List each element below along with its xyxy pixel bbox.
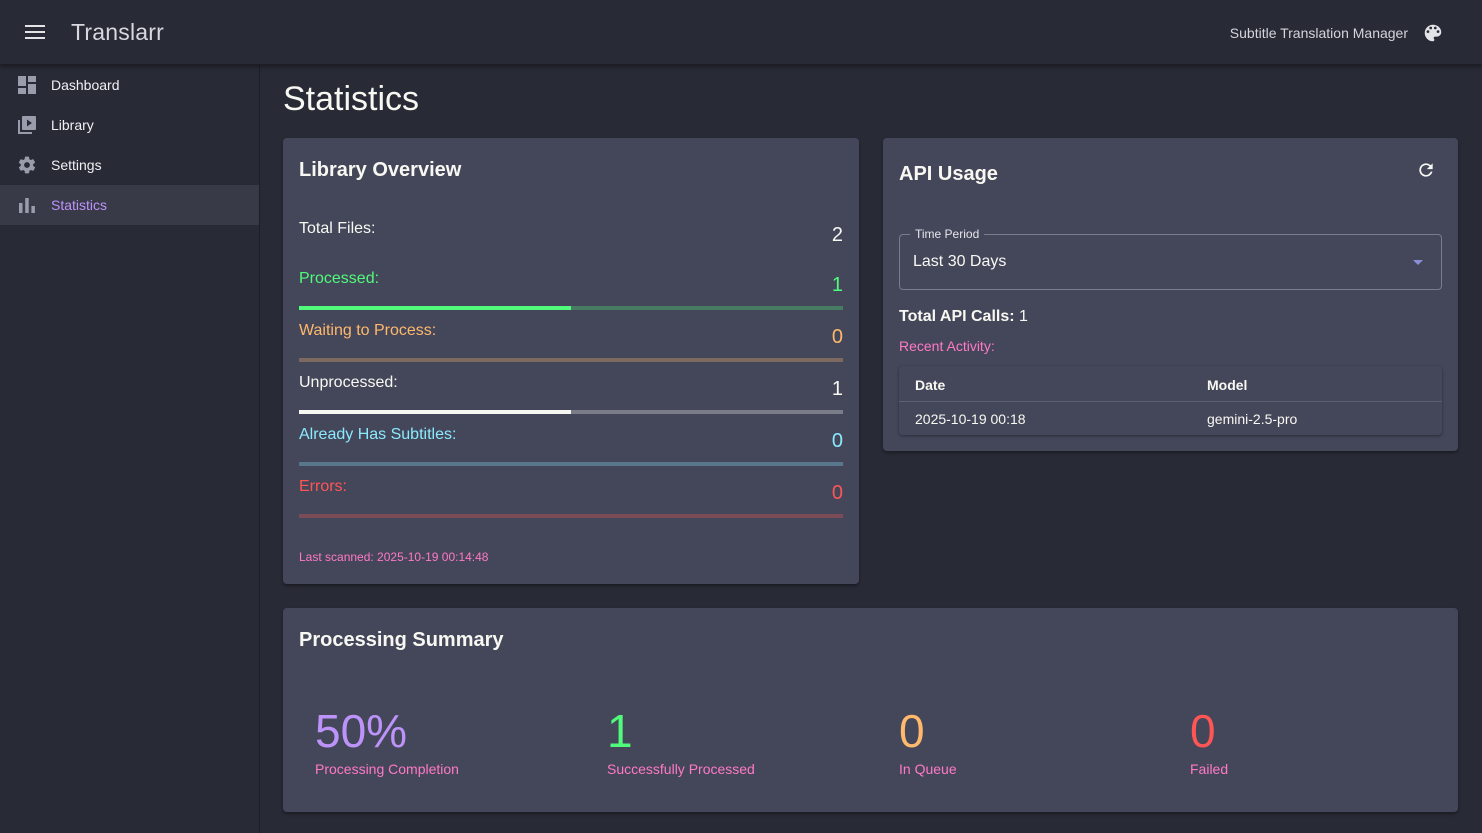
stat-label: Errors: (299, 478, 347, 495)
processing-summary-card: Processing Summary 50% Processing Comple… (283, 608, 1458, 812)
sidebar-item-library[interactable]: Library (0, 105, 259, 145)
stat-value: 1 (831, 274, 843, 296)
progress-bar (299, 462, 843, 466)
total-files-label: Total Files: (299, 220, 376, 237)
time-period-label: Time Period (910, 227, 985, 241)
summary-successful: 1 Successfully Processed (607, 704, 755, 777)
time-period-value: Last 30 Days (913, 253, 1007, 270)
sidebar: Dashboard Library Settings Statistics (0, 65, 260, 833)
sidebar-item-settings[interactable]: Settings (0, 145, 259, 185)
api-usage-card: API Usage Time Period Last 30 Days Total… (883, 138, 1458, 451)
refresh-icon[interactable] (1414, 158, 1438, 182)
progress-bar (299, 410, 843, 414)
progress-bar (299, 514, 843, 518)
table-header: Date Model (899, 366, 1442, 402)
summary-caption: Successfully Processed (607, 761, 755, 777)
stat-row: Errors: 0 (299, 478, 843, 520)
time-period-select[interactable]: Time Period Last 30 Days (899, 227, 1442, 290)
sidebar-item-label: Library (51, 117, 94, 133)
column-header-model: Model (1207, 377, 1248, 393)
recent-activity-label: Recent Activity: (899, 338, 995, 354)
summary-caption: In Queue (899, 761, 957, 777)
video-library-icon (16, 114, 38, 136)
progress-fill (299, 410, 571, 414)
summary-caption: Failed (1190, 761, 1229, 777)
card-title: Library Overview (299, 159, 462, 181)
recent-activity-table: Date Model 2025-10-19 00:18 gemini-2.5-p… (899, 366, 1442, 435)
card-title: Processing Summary (299, 629, 504, 651)
table-row: 2025-10-19 00:18 gemini-2.5-pro (899, 403, 1442, 435)
stat-label: Waiting to Process: (299, 322, 437, 339)
stat-label: Already Has Subtitles: (299, 426, 457, 443)
cell-model: gemini-2.5-pro (1207, 411, 1298, 427)
total-api-calls-value: 1 (1019, 308, 1028, 325)
bar-chart-icon (16, 194, 38, 216)
stat-label: Unprocessed: (299, 374, 398, 391)
total-api-calls-label: Total API Calls: (899, 308, 1015, 325)
stat-value: 0 (831, 430, 843, 452)
progress-bar (299, 306, 843, 310)
summary-completion: 50% Processing Completion (315, 704, 459, 777)
stat-row: Waiting to Process: 0 (299, 322, 843, 364)
summary-value: 0 (899, 705, 925, 757)
chevron-down-icon (1413, 260, 1423, 265)
summary-value: 50% (315, 705, 408, 757)
column-header-date: Date (915, 377, 946, 393)
total-api-calls: Total API Calls: 1 (899, 308, 1028, 326)
app-subtitle: Subtitle Translation Manager (1229, 24, 1408, 41)
sidebar-item-label: Statistics (51, 197, 108, 213)
sidebar-item-label: Dashboard (51, 77, 120, 93)
dashboard-icon (16, 74, 38, 96)
summary-failed: 0 Failed (1190, 704, 1228, 777)
stat-label: Processed: (299, 270, 380, 287)
sidebar-item-statistics[interactable]: Statistics (0, 185, 259, 225)
sidebar-item-dashboard[interactable]: Dashboard (0, 65, 259, 105)
summary-caption: Processing Completion (315, 761, 459, 777)
stat-row: Processed: 1 (299, 270, 843, 312)
cell-date: 2025-10-19 00:18 (915, 411, 1026, 427)
stat-row: Already Has Subtitles: 0 (299, 426, 843, 468)
summary-value: 1 (607, 705, 633, 757)
stat-row: Unprocessed: 1 (299, 374, 843, 416)
sidebar-item-label: Settings (51, 157, 102, 173)
page-title: Statistics (283, 80, 420, 118)
summary-value: 0 (1190, 705, 1216, 757)
stat-value: 0 (831, 482, 843, 504)
app-title: Translarr (71, 18, 164, 45)
summary-in-queue: 0 In Queue (899, 704, 957, 777)
total-files-value: 2 (831, 224, 843, 246)
progress-bar (299, 358, 843, 362)
card-title: API Usage (899, 163, 998, 185)
palette-icon[interactable] (1420, 20, 1446, 46)
gear-icon (16, 154, 38, 176)
app-bar: Translarr Subtitle Translation Manager (0, 0, 1482, 65)
stat-value: 0 (831, 326, 843, 348)
progress-fill (299, 306, 571, 310)
library-overview-card: Library Overview Total Files: 2 Processe… (283, 138, 859, 584)
total-files-row: Total Files: 2 (299, 220, 843, 250)
menu-icon[interactable] (17, 14, 53, 50)
last-scanned: Last scanned: 2025-10-19 00:14:48 (299, 550, 489, 564)
stat-value: 1 (831, 378, 843, 400)
